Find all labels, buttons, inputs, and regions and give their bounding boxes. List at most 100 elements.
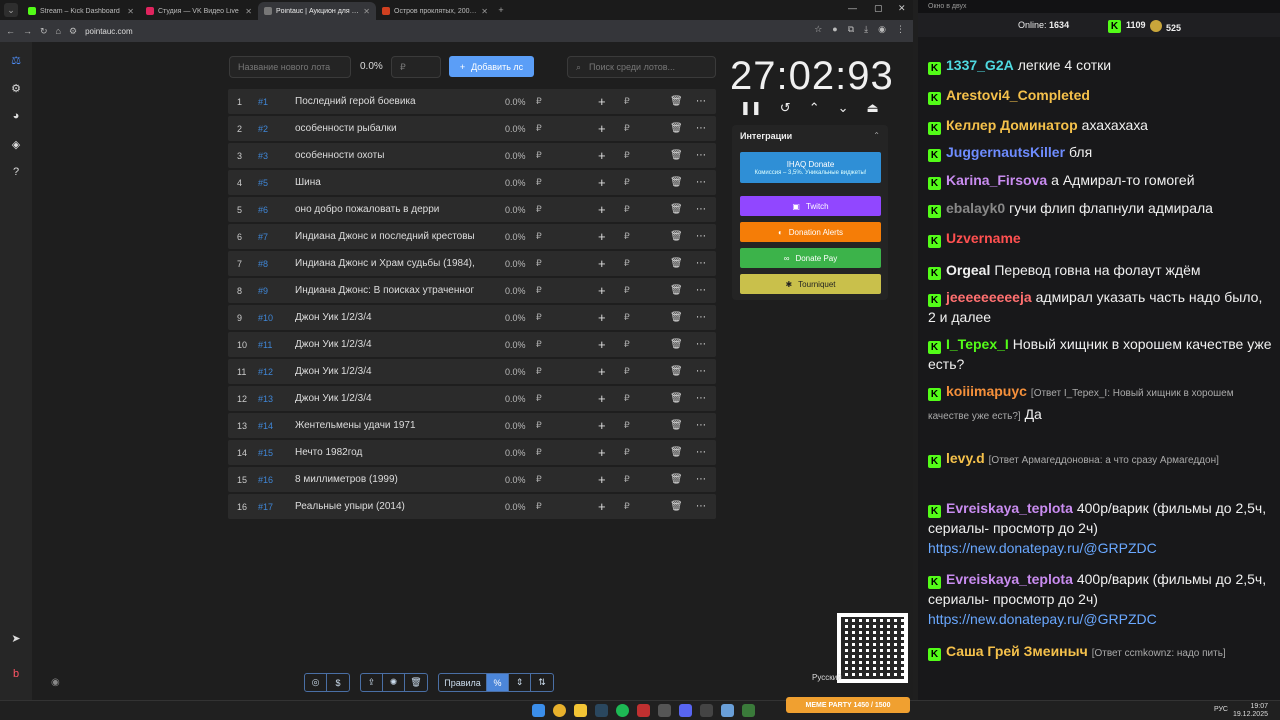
more-icon[interactable]: ⋯ <box>696 258 706 269</box>
export-icon[interactable]: ⇪ <box>361 674 383 691</box>
time-max-icon[interactable]: ⏏ <box>867 100 879 116</box>
lot-add-amount[interactable]: ₽ <box>624 231 630 242</box>
more-icon[interactable]: ⋯ <box>696 177 706 188</box>
layers-icon[interactable]: ◈ <box>8 136 24 152</box>
plus-icon[interactable]: + <box>598 202 606 217</box>
trash-icon[interactable]: 🗑 <box>670 366 683 377</box>
lot-id[interactable]: #5 <box>258 178 268 188</box>
extension-icon[interactable]: ● <box>832 24 837 35</box>
clear-icon[interactable]: 🗑 <box>405 674 427 691</box>
plus-icon[interactable]: + <box>598 256 606 271</box>
more-icon[interactable]: ⋯ <box>696 393 706 404</box>
plus-icon[interactable]: + <box>598 121 606 136</box>
trash-icon[interactable]: 🗑 <box>670 204 683 215</box>
plus-icon[interactable]: + <box>598 175 606 190</box>
keyboard-language[interactable]: РУС <box>1214 706 1228 713</box>
obs-icon[interactable] <box>637 704 650 717</box>
lot-add-amount[interactable]: ₽ <box>624 204 630 215</box>
tab-vk[interactable]: Студия — VK Видео Live ✕ <box>140 2 258 20</box>
chat-username[interactable]: Келлер Доминатор <box>946 117 1078 133</box>
lot-amount[interactable]: ₽ <box>536 339 542 350</box>
lot-amount[interactable]: ₽ <box>536 231 542 242</box>
lot-name[interactable]: Нечто 1982год <box>295 447 491 458</box>
tourniquet-button[interactable]: ✱ Tourniquet <box>740 274 881 294</box>
close-window-icon[interactable]: ✕ <box>898 3 906 14</box>
chat-username[interactable]: Orgeal <box>946 262 990 278</box>
steam-icon[interactable] <box>595 704 608 717</box>
site-info-icon[interactable]: ⚙ <box>69 26 77 37</box>
minimize-icon[interactable]: — <box>848 3 857 13</box>
plus-icon[interactable]: + <box>598 472 606 487</box>
lot-amount[interactable]: ₽ <box>536 150 542 161</box>
donate-icon[interactable]: $ <box>327 674 349 691</box>
more-icon[interactable]: ⋯ <box>696 339 706 350</box>
plus-icon[interactable]: + <box>598 310 606 325</box>
ihaq-donate-button[interactable]: IHAQ Donate Комиссия – 3,5%. Уникальные в… <box>740 152 881 183</box>
tab-menu-icon[interactable]: ⌄ <box>4 3 18 17</box>
folder-icon[interactable] <box>574 704 587 717</box>
lot-name[interactable]: Последний герой боевика <box>295 96 491 107</box>
reset-icon[interactable]: ↺ <box>780 100 791 116</box>
trash-icon[interactable]: 🗑 <box>670 123 683 134</box>
tab-kick[interactable]: Stream – Kick Dashboard ✕ <box>22 2 140 20</box>
lot-amount[interactable]: ₽ <box>536 501 542 512</box>
reload-icon[interactable]: ↻ <box>40 26 48 37</box>
lot-add-amount[interactable]: ₽ <box>624 420 630 431</box>
twitch-button[interactable]: ▣ Twitch <box>740 196 881 216</box>
trash-icon[interactable]: 🗑 <box>670 420 683 431</box>
boosty-icon[interactable]: b <box>8 666 24 682</box>
rules-button[interactable]: Правила <box>439 674 487 691</box>
download-icon[interactable]: ⤓ <box>864 24 868 35</box>
extensions-icon[interactable]: ⧉ <box>848 24 854 35</box>
close-icon[interactable]: ✕ <box>245 7 252 16</box>
lot-name[interactable]: оно добро пожаловать в дерри <box>295 204 491 215</box>
settings-icon[interactable]: ⚙ <box>8 80 24 96</box>
chat-username[interactable]: JuggernautsKiller <box>946 144 1065 160</box>
amount-input[interactable]: ₽ <box>391 56 441 78</box>
lot-add-amount[interactable]: ₽ <box>624 339 630 350</box>
chat-username[interactable]: Arestovi4_Completed <box>946 87 1090 103</box>
more-icon[interactable]: ⋯ <box>696 285 706 296</box>
lot-amount[interactable]: ₽ <box>536 177 542 188</box>
pause-icon[interactable]: ❚❚ <box>740 100 762 116</box>
lot-id[interactable]: #8 <box>258 259 268 269</box>
chat-username[interactable]: Karina_Firsova <box>946 172 1047 188</box>
trash-icon[interactable]: 🗑 <box>670 96 683 107</box>
trash-icon[interactable]: 🗑 <box>670 501 683 512</box>
time-down-icon[interactable]: ⌄ <box>838 100 849 116</box>
lot-add-amount[interactable]: ₽ <box>624 501 630 512</box>
lot-name[interactable]: Жентельмены удачи 1971 <box>295 420 491 431</box>
lot-id[interactable]: #11 <box>258 340 272 350</box>
plus-icon[interactable]: + <box>598 283 606 298</box>
chat-username[interactable]: Uzvername <box>946 230 1021 246</box>
lot-add-amount[interactable]: ₽ <box>624 123 630 134</box>
lot-add-amount[interactable]: ₽ <box>624 285 630 296</box>
more-icon[interactable]: ⋯ <box>696 474 706 485</box>
more-icon[interactable]: ⋯ <box>696 420 706 431</box>
app3-icon[interactable] <box>721 704 734 717</box>
trash-icon[interactable]: 🗑 <box>670 231 683 242</box>
trash-icon[interactable]: 🗑 <box>670 393 683 404</box>
lot-id[interactable]: #6 <box>258 205 268 215</box>
lot-id[interactable]: #15 <box>258 448 273 458</box>
lot-add-amount[interactable]: ₽ <box>624 393 630 404</box>
time-up-icon[interactable]: ⌃ <box>809 100 820 116</box>
auction-icon[interactable]: ⚖ <box>8 52 24 68</box>
plus-icon[interactable]: + <box>598 148 606 163</box>
close-icon[interactable]: ✕ <box>127 7 134 16</box>
tab-film[interactable]: Остров проклятых, 2009 — см ✕ <box>376 2 494 20</box>
lot-name[interactable]: Шина <box>295 177 491 188</box>
chat-username[interactable]: 1337_G2A <box>946 57 1014 73</box>
plus-icon[interactable]: + <box>598 445 606 460</box>
trash-icon[interactable]: 🗑 <box>670 474 683 485</box>
lot-id[interactable]: #9 <box>258 286 268 296</box>
chat-username[interactable]: levy.d <box>946 450 985 466</box>
tab-pointauc[interactable]: Pointauc | Аукцион для стрима ✕ <box>258 2 376 20</box>
plus-icon[interactable]: + <box>598 364 606 379</box>
lot-add-amount[interactable]: ₽ <box>624 150 630 161</box>
plus-icon[interactable]: + <box>598 94 606 109</box>
wheel-icon[interactable]: ◕ <box>8 108 24 124</box>
lot-amount[interactable]: ₽ <box>536 204 542 215</box>
lot-amount[interactable]: ₽ <box>536 420 542 431</box>
bug-icon[interactable]: ✺ <box>383 674 405 691</box>
